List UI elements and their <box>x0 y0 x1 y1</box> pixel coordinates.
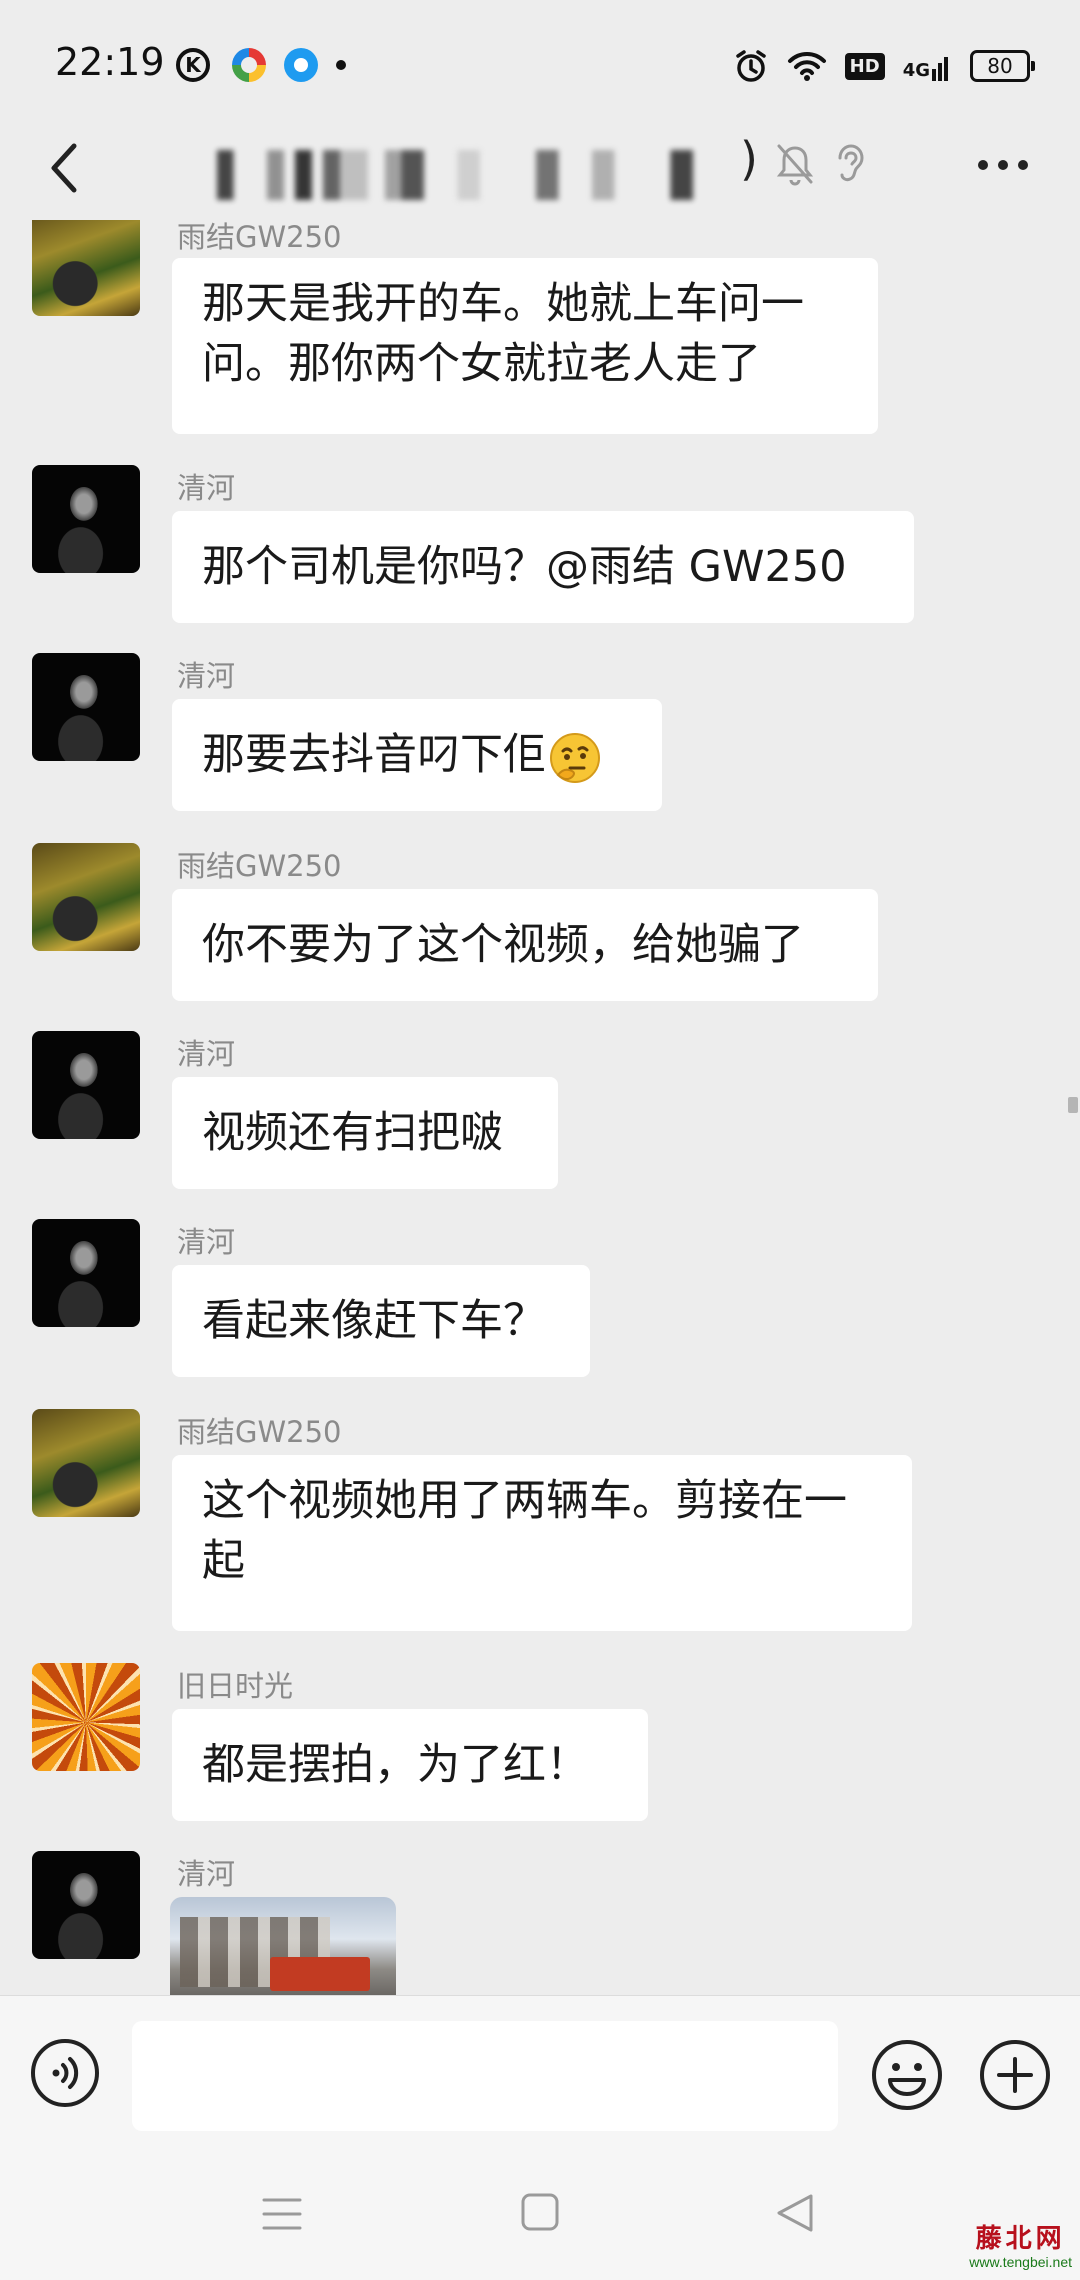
signal-icon: 4G <box>903 51 952 81</box>
avatar[interactable] <box>32 1851 140 1959</box>
voice-icon[interactable] <box>30 2038 100 2108</box>
sender-name: 清河 <box>177 659 236 693</box>
avatar[interactable] <box>32 843 140 951</box>
chat-title-obscured <box>200 150 760 200</box>
avatar[interactable] <box>32 653 140 761</box>
status-time: 22:19 <box>55 40 165 84</box>
watermark-title: 藤北网 <box>975 2224 1066 2254</box>
message-bubble[interactable]: 那要去抖音叼下佢 <box>172 699 662 811</box>
sender-name: 清河 <box>177 471 236 505</box>
sender-name: 清河 <box>177 1037 236 1071</box>
message-bubble[interactable]: 视频还有扫把啵 <box>172 1077 558 1189</box>
watermark-url: www.tengbei.net <box>969 2254 1072 2270</box>
message-text: 看起来像赶下车？ <box>202 1296 546 1346</box>
more-icon[interactable] <box>976 158 1030 172</box>
signal-bars-icon <box>932 57 948 81</box>
input-bar <box>0 1995 1080 2156</box>
message-text-line: 那天是我开的车。她就上车问一 <box>202 279 804 329</box>
blue-app-icon <box>284 48 318 82</box>
chat-message-list[interactable]: 雨结GW250 那天是我开的车。她就上车问一 问。那你两个女就拉老人走了 清河 … <box>0 220 1080 1995</box>
message-text: 你不要为了这个视频，给她骗了 <box>202 920 804 970</box>
status-bar: 22:19 K HD 4G 80 <box>0 0 1080 130</box>
title-bar: ) <box>0 120 1080 220</box>
sender-name: 雨结GW250 <box>177 849 342 883</box>
colorful-app-icon <box>232 48 266 82</box>
back-icon[interactable] <box>36 138 96 198</box>
image-message-thumbnail[interactable] <box>170 1897 396 1995</box>
message-text: 都是摆拍，为了红！ <box>202 1740 589 1790</box>
battery-icon: 80 <box>970 50 1035 82</box>
sender-name: 清河 <box>177 1857 236 1891</box>
message-bubble[interactable]: 都是摆拍，为了红！ <box>172 1709 648 1821</box>
k-app-icon: K <box>176 48 210 82</box>
sender-name: 旧日时光 <box>177 1669 294 1703</box>
avatar[interactable] <box>32 1663 140 1771</box>
sender-name: 雨结GW250 <box>177 220 342 254</box>
sender-name: 清河 <box>177 1225 236 1259</box>
home-icon[interactable] <box>520 2192 560 2232</box>
status-icons: HD 4G 80 <box>733 46 1035 86</box>
message-bubble[interactable]: 你不要为了这个视频，给她骗了 <box>172 889 878 1001</box>
ear-icon <box>838 144 864 182</box>
back-triangle-icon[interactable] <box>775 2192 815 2234</box>
message-bubble[interactable]: 那个司机是你吗？@雨结 GW250 <box>172 511 914 623</box>
message-bubble[interactable]: 这个视频她用了两辆车。剪接在一 起 <box>172 1455 912 1631</box>
scroll-indicator[interactable] <box>1068 1097 1078 1113</box>
notification-dot-icon <box>336 60 346 70</box>
emoji-icon[interactable] <box>870 2038 944 2112</box>
avatar[interactable] <box>32 1219 140 1327</box>
wifi-icon <box>787 51 826 81</box>
avatar[interactable] <box>32 1031 140 1139</box>
chat-title-paren: ) <box>740 132 758 186</box>
message-text-line: 问。那你两个女就拉老人走了 <box>202 339 761 389</box>
message-text: 那要去抖音叼下佢 <box>202 730 546 780</box>
message-bubble[interactable]: 看起来像赶下车？ <box>172 1265 590 1377</box>
avatar[interactable] <box>32 220 140 316</box>
sender-name: 雨结GW250 <box>177 1415 342 1449</box>
avatar[interactable] <box>32 1409 140 1517</box>
plus-icon[interactable] <box>978 2038 1052 2112</box>
message-text: 视频还有扫把啵 <box>202 1108 503 1158</box>
message-text: 那个司机是你吗？@雨结 GW250 <box>202 542 847 592</box>
message-text-line: 起 <box>202 1536 245 1586</box>
message-bubble[interactable]: 那天是我开的车。她就上车问一 问。那你两个女就拉老人走了 <box>172 258 878 434</box>
network-type-label: 4G <box>902 60 930 81</box>
thinking-face-emoji-icon <box>550 732 600 783</box>
message-text-line: 这个视频她用了两辆车。剪接在一 <box>202 1476 847 1526</box>
menu-icon[interactable] <box>262 2196 302 2232</box>
message-input[interactable] <box>132 2021 838 2131</box>
avatar[interactable] <box>32 465 140 573</box>
watermark: 藤北网 www.tengbei.net <box>969 2225 1072 2271</box>
alarm-icon <box>735 50 766 82</box>
system-nav-bar <box>0 2156 1080 2280</box>
mute-icon <box>776 144 814 186</box>
hd-icon: HD <box>844 52 885 80</box>
